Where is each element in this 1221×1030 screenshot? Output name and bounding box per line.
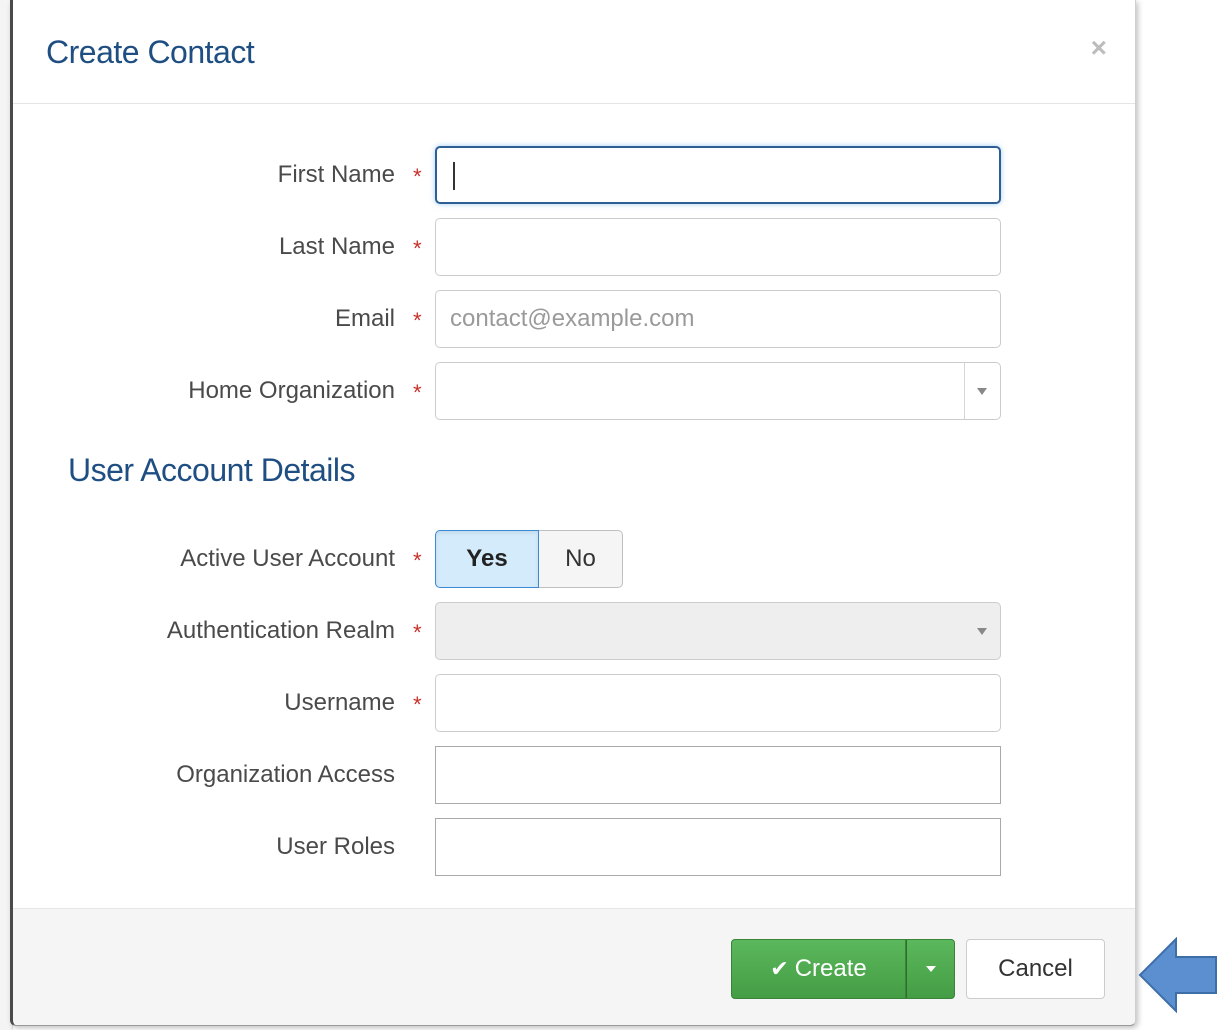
authentication-realm-select[interactable] [435, 602, 1001, 660]
create-button-label: Create [794, 955, 867, 982]
modal-header: Create Contact × [13, 0, 1135, 104]
user-roles-input[interactable] [435, 818, 1001, 876]
username-input[interactable] [435, 674, 1001, 732]
home-organization-label: Home Organization [188, 377, 395, 404]
email-placeholder: contact@example.com [450, 305, 695, 332]
home-organization-select[interactable] [435, 362, 1001, 420]
form-row-home-organization: Home Organization * [13, 362, 1135, 420]
caret-down-icon [926, 966, 936, 972]
form-row-authentication-realm: Authentication Realm * [13, 602, 1135, 660]
required-marker: * [413, 692, 422, 717]
form-row-organization-access: Organization Access [13, 746, 1135, 804]
form-row-username: Username * [13, 674, 1135, 732]
active-yes-button[interactable]: Yes [435, 530, 539, 588]
required-marker: * [413, 620, 422, 645]
create-contact-dialog: Create Contact × First Name * Last Name … [10, 0, 1136, 1026]
username-label: Username [284, 689, 395, 716]
cancel-button[interactable]: Cancel [966, 939, 1105, 999]
required-marker: * [413, 380, 422, 405]
form-row-active-user-account: Active User Account * Yes No [13, 530, 1135, 588]
active-user-account-toggle: Yes No [435, 530, 623, 588]
first-name-input[interactable] [435, 146, 1001, 204]
authentication-realm-label: Authentication Realm [166, 617, 395, 644]
create-button[interactable]: ✔ Create [731, 939, 906, 999]
screen: Create Contact × First Name * Last Name … [0, 0, 1221, 1030]
create-button-group: ✔ Create [731, 939, 955, 999]
home-organization-dropdown-toggle[interactable] [964, 363, 1000, 419]
form-row-first-name: First Name * [13, 146, 1135, 204]
annotation-arrow-icon [1138, 937, 1217, 1013]
section-title-user-account-details: User Account Details [68, 452, 356, 488]
modal-title: Create Contact [46, 34, 255, 70]
form-row-email: Email * contact@example.com [13, 290, 1135, 348]
email-label: Email [334, 305, 395, 332]
chevron-down-icon [977, 628, 987, 635]
organization-access-label: Organization Access [176, 761, 395, 788]
active-no-button[interactable]: No [539, 530, 623, 588]
required-marker: * [413, 548, 422, 573]
last-name-input[interactable] [435, 218, 1001, 276]
required-marker: * [413, 236, 422, 261]
form-row-last-name: Last Name * [13, 218, 1135, 276]
create-options-dropdown-button[interactable] [906, 939, 955, 999]
required-marker: * [413, 308, 422, 333]
text-cursor [453, 162, 455, 190]
modal-footer: ✔ Create Cancel [13, 908, 1135, 1025]
active-user-account-label: Active User Account [180, 545, 395, 572]
last-name-label: Last Name [278, 233, 395, 260]
check-icon: ✔ [770, 956, 789, 981]
user-roles-label: User Roles [276, 833, 395, 860]
first-name-label: First Name [277, 161, 395, 188]
close-icon[interactable]: × [1091, 34, 1107, 62]
authentication-realm-dropdown-toggle[interactable] [964, 603, 1000, 659]
organization-access-input[interactable] [435, 746, 1001, 804]
form-row-user-roles: User Roles [13, 818, 1135, 876]
required-marker: * [413, 164, 422, 189]
email-input[interactable]: contact@example.com [435, 290, 1001, 348]
chevron-down-icon [977, 388, 987, 395]
